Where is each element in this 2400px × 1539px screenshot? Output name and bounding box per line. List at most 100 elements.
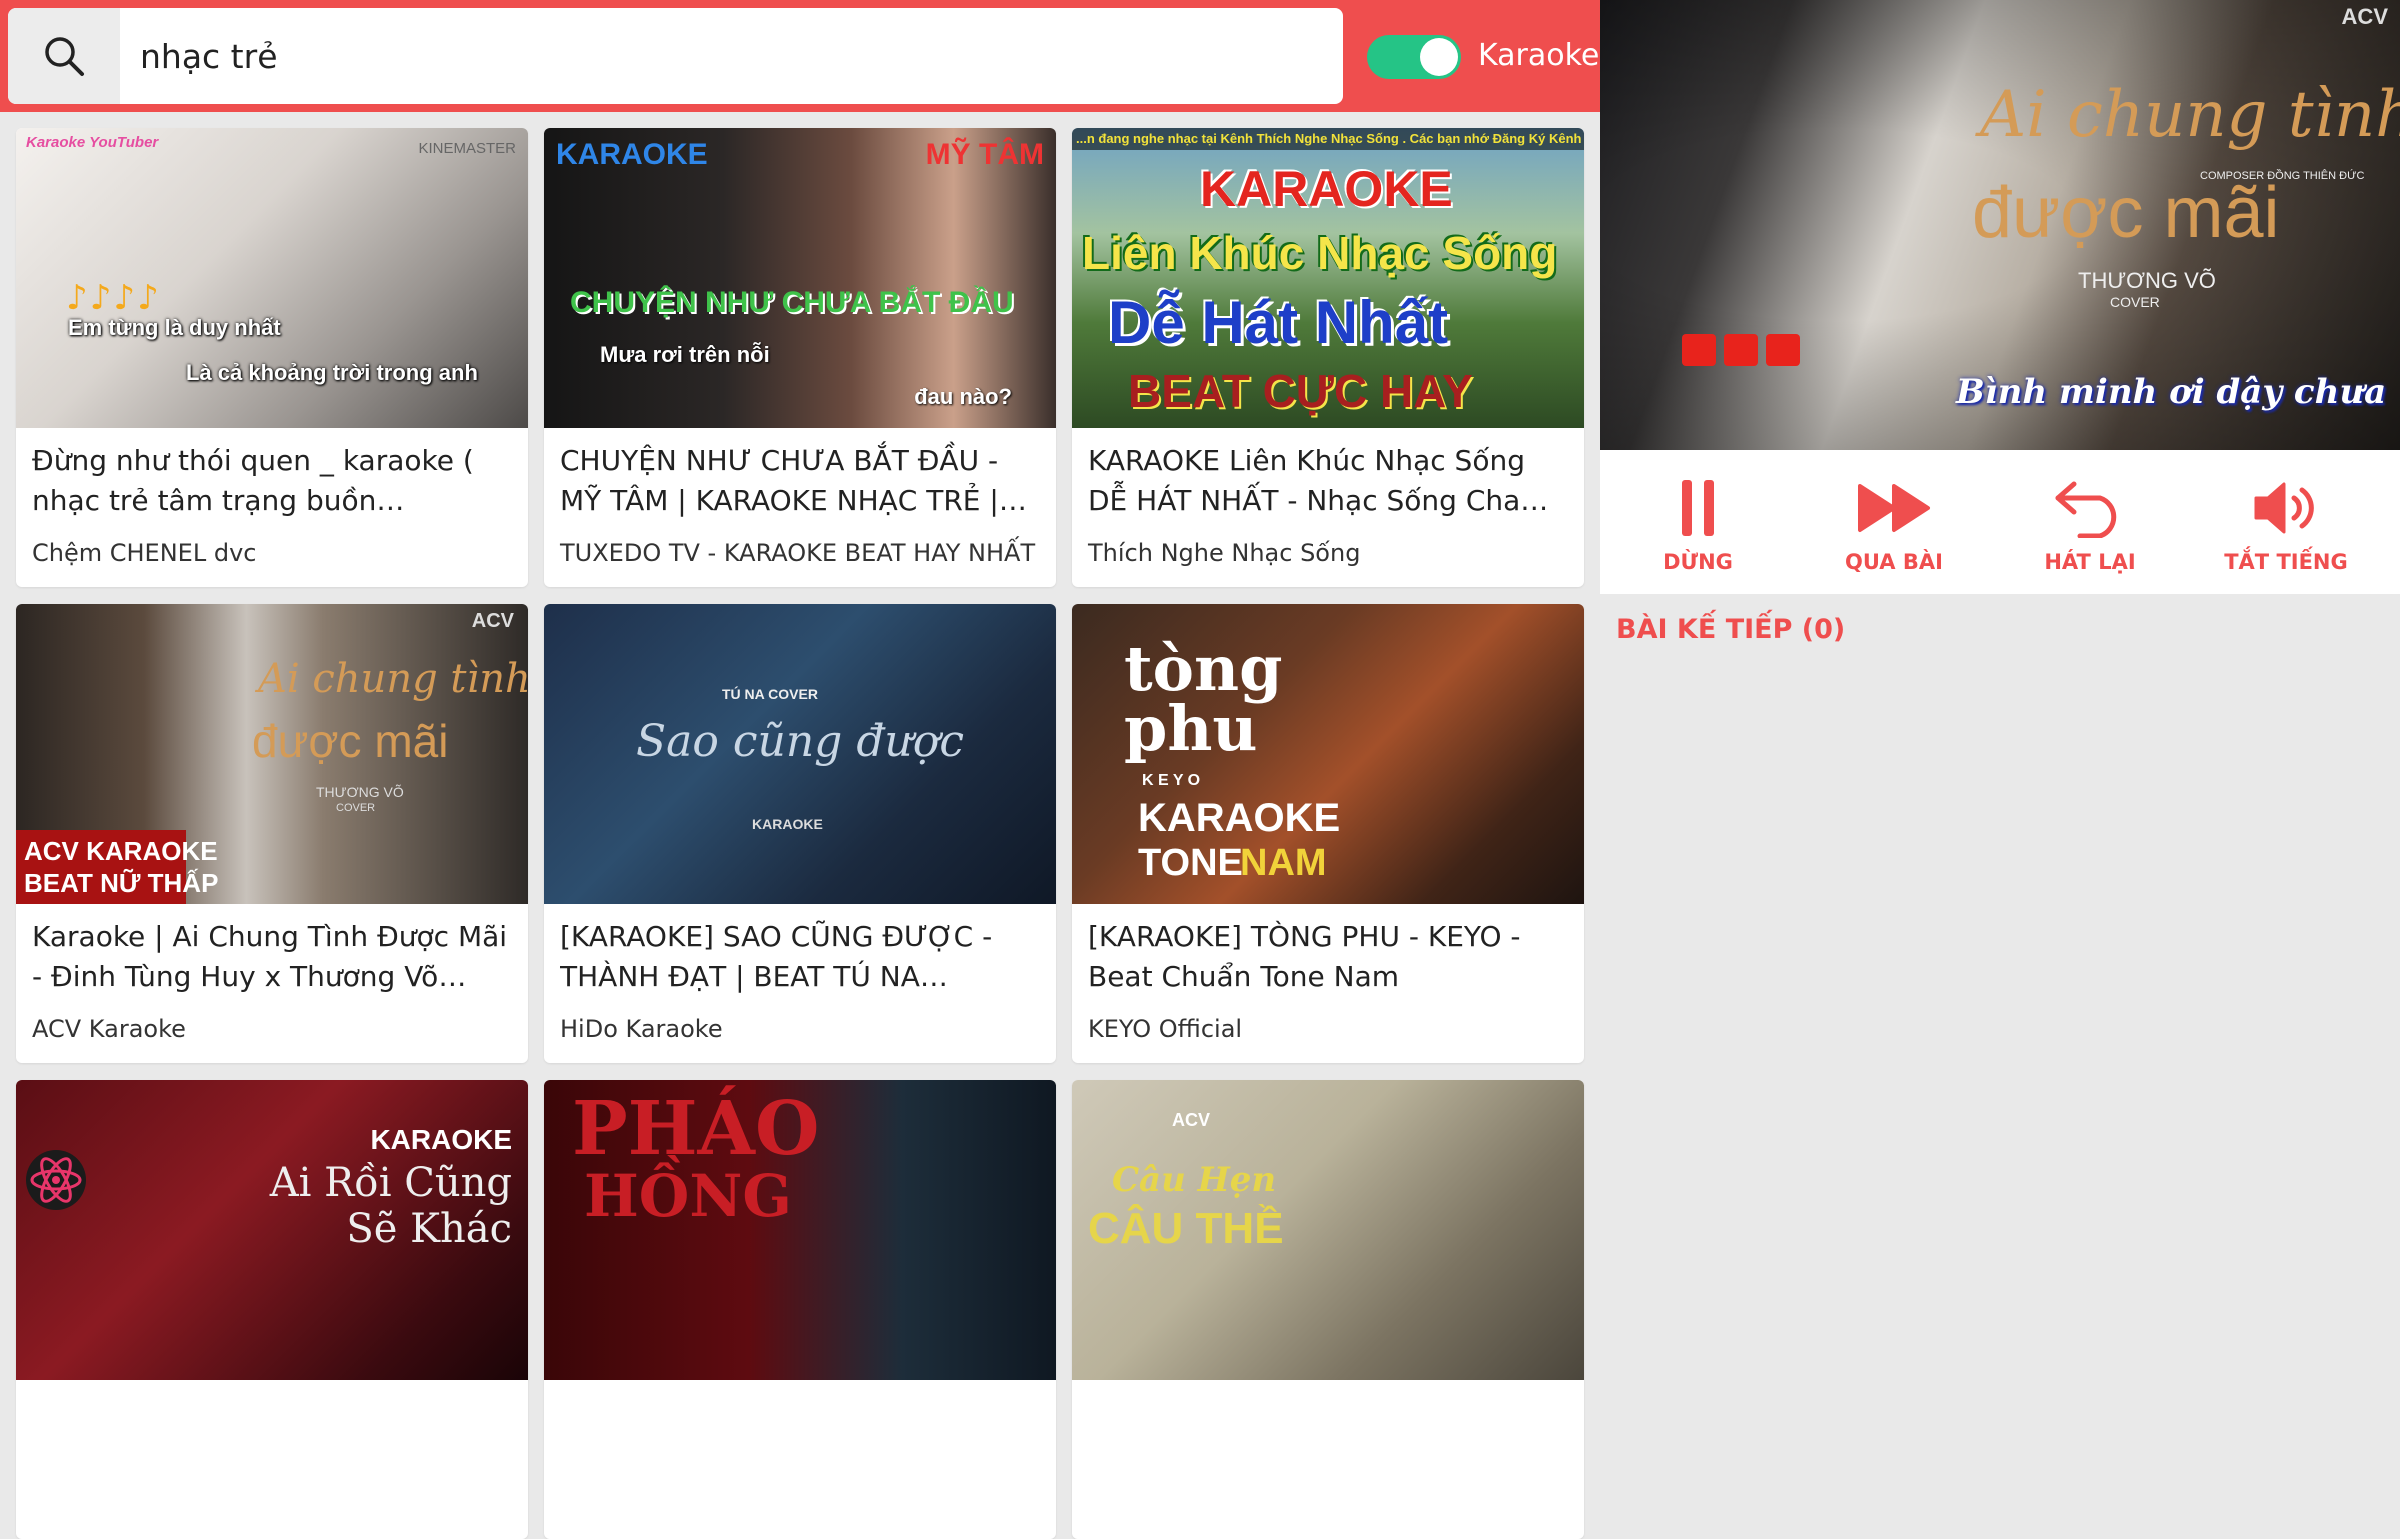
player-script: được mãi: [1972, 173, 2280, 253]
video-title: [KARAOKE] TÒNG PHU - KEYO - Beat Chuẩn T…: [1088, 920, 1521, 993]
thumb-text: PHÁO: [572, 1086, 820, 1172]
thumb-ticker: ...n đang nghe nhạc tại Kênh Thích Nghe …: [1076, 131, 1582, 146]
thumb-lyric: Mưa rơi trên nỗi: [600, 342, 770, 367]
thumb-text: THƯƠNG VÕ: [316, 784, 404, 800]
fast-forward-icon: [1858, 484, 1930, 532]
video-card[interactable]: PHÁO HỒNG: [544, 1080, 1056, 1539]
video-channel: Thích Nghe Nhạc Sống: [1088, 539, 1361, 567]
pause-label: DỪNG: [1663, 550, 1733, 574]
pause-icon: [1682, 480, 1714, 536]
thumb-text: TONE: [1138, 842, 1243, 884]
video-card[interactable]: ACV Ai chung tình được mãi THƯƠNG VÕ COV…: [16, 604, 528, 1063]
video-card[interactable]: TÚ NA COVER Sao cũng được KARAOKE [KARAO…: [544, 604, 1056, 1063]
video-card[interactable]: ACV Câu Hẹn CÂU THỀ: [1072, 1080, 1584, 1539]
video-title: KARAOKE Liên Khúc Nhạc Sống DỄ HÁT NHẤT …: [1088, 444, 1525, 517]
player-singer: THƯƠNG VÕ: [2078, 268, 2216, 293]
video-grid: Karaoke YouTuber KINEMASTER ♪♪♪♪ Em từng…: [16, 128, 1584, 1539]
player-script: Ai chung tình: [1980, 78, 2400, 152]
thumb-script: Ai chung tình: [258, 656, 528, 702]
video-card[interactable]: tòng phu K E Y O KARAOKE TONE NAM [KARAO…: [1072, 604, 1584, 1063]
thumb-text: COVER: [336, 802, 376, 814]
thumb-text: ACV: [471, 610, 514, 632]
video-card[interactable]: KARAOKE MỸ TÂM CHUYỆN NHƯ CHƯA BẮT ĐẦU M…: [544, 128, 1056, 587]
video-title: Đừng như thói quen _ karaoke ( nhạc trẻ …: [32, 444, 474, 517]
video-thumbnail: Karaoke YouTuber KINEMASTER ♪♪♪♪ Em từng…: [16, 128, 528, 428]
thumb-lyric: Em từng là duy nhất: [68, 315, 281, 340]
thumb-text: KARAOKE: [556, 138, 708, 171]
player-lyric: Bình minh ơi dậy chưa: [1956, 372, 2387, 412]
video-thumbnail: PHÁO HỒNG: [544, 1080, 1056, 1380]
thumb-script: được mãi: [252, 715, 449, 767]
ticker-bar: ...n đang nghe nhạc tại Kênh Thích Nghe …: [1072, 128, 1584, 150]
thumb-script: Câu Hẹn: [1112, 1160, 1277, 1200]
countdown-icon: [1682, 334, 1800, 366]
video-card[interactable]: ...n đang nghe nhạc tại Kênh Thích Nghe …: [1072, 128, 1584, 587]
thumb-text: phu: [1124, 692, 1258, 765]
karaoke-toggle[interactable]: [1367, 35, 1461, 79]
thumb-lyric: đau nào?: [914, 384, 1012, 409]
player-controls: DỪNG QUA BÀI HÁT LẠI TẮT TIẾNG: [1600, 450, 2400, 594]
music-notes-icon: ♪♪♪♪: [66, 278, 161, 318]
video-channel: TUXEDO TV - KARAOKE BEAT HAY NHẤT: [560, 539, 1036, 567]
thumb-text: CÂU THỀ: [1088, 1204, 1284, 1253]
replay-label: HÁT LẠI: [2044, 550, 2136, 574]
player-logo: ACV: [2341, 4, 2388, 29]
video-thumbnail: ...n đang nghe nhạc tại Kênh Thích Nghe …: [1072, 128, 1584, 428]
search-bar: [8, 8, 1343, 104]
video-thumbnail: TÚ NA COVER Sao cũng được KARAOKE: [544, 604, 1056, 904]
thumb-text: KARAOKE: [752, 816, 823, 832]
video-title: [KARAOKE] SAO CŨNG ĐƯỢC - THÀNH ĐẠT | BE…: [560, 920, 993, 993]
video-thumbnail: tòng phu K E Y O KARAOKE TONE NAM: [1072, 604, 1584, 904]
video-thumbnail: ACV Câu Hẹn CÂU THỀ: [1072, 1080, 1584, 1380]
video-channel: ACV Karaoke: [32, 1015, 186, 1043]
thumb-badge: ACV KARAOKE BEAT NỮ THẤP: [16, 830, 218, 904]
volume-icon: [2254, 482, 2314, 534]
toggle-knob: [1420, 38, 1458, 76]
badge-text: ACV KARAOKE: [24, 836, 218, 866]
thumb-text: MỸ TÂM: [925, 138, 1044, 171]
video-thumbnail: ACV Ai chung tình được mãi THƯƠNG VÕ COV…: [16, 604, 528, 904]
video-title: Karaoke | Ai Chung Tình Được Mãi - Đinh …: [32, 920, 508, 993]
thumb-text: HỒNG: [584, 1162, 792, 1230]
badge-text: BEAT NỮ THẤP: [24, 868, 219, 898]
video-channel: KEYO Official: [1088, 1015, 1243, 1043]
thumb-text: Dễ Hát Nhất: [1108, 289, 1449, 356]
thumb-text: K E Y O: [1142, 772, 1201, 789]
video-player[interactable]: ACV Ai chung tình được mãi COMPOSER ĐỒNG…: [1600, 0, 2400, 450]
thumb-text: Liên Khúc Nhạc Sống: [1082, 227, 1558, 279]
react-logo-icon: [26, 1150, 86, 1210]
replay-button[interactable]: HÁT LẠI: [1992, 450, 2188, 594]
video-title: CHUYỆN NHƯ CHƯA BẮT ĐẦU - MỸ TÂM | KARAO…: [560, 444, 999, 517]
thumb-text: KARAOKE: [370, 1124, 512, 1155]
skip-button[interactable]: QUA BÀI: [1796, 450, 1992, 594]
video-card[interactable]: Karaoke YouTuber KINEMASTER ♪♪♪♪ Em từng…: [16, 128, 528, 587]
thumb-text: Sẽ Khác: [346, 1206, 512, 1252]
thumb-text: NAM: [1240, 842, 1327, 884]
thumb-text: BEAT CỰC HAY: [1128, 365, 1473, 417]
video-thumbnail: KARAOKE Ai Rồi Cũng Sẽ Khác: [16, 1080, 528, 1380]
player-composer: COMPOSER ĐỒNG THIÊN ĐỨC: [2200, 170, 2365, 182]
karaoke-toggle-label: Karaoke: [1478, 38, 1600, 73]
thumb-text: ACV: [1172, 1110, 1211, 1130]
mute-label: TẮT TIẾNG: [2224, 550, 2348, 574]
search-header: Karaoke: [0, 0, 1600, 112]
replay-icon: [2055, 481, 2117, 538]
search-button[interactable]: [8, 8, 120, 104]
thumb-text: KARAOKE: [1200, 161, 1453, 217]
search-icon: [45, 37, 84, 76]
mute-button[interactable]: TẮT TIẾNG: [2188, 450, 2384, 594]
thumb-text: KARAOKE: [1138, 796, 1341, 840]
queue-title: BÀI KẾ TIẾP (0): [1616, 614, 1846, 645]
thumb-text: KINEMASTER: [418, 140, 516, 157]
video-channel: Chệm CHENEL dvc: [32, 539, 257, 567]
search-input[interactable]: [130, 8, 1343, 104]
player-sub: COVER: [2110, 294, 2160, 310]
thumb-text: Ai Rồi Cũng: [269, 1160, 512, 1206]
video-channel: HiDo Karaoke: [560, 1015, 723, 1043]
video-thumbnail: KARAOKE MỸ TÂM CHUYỆN NHƯ CHƯA BẮT ĐẦU M…: [544, 128, 1056, 428]
thumb-script: Sao cũng được: [636, 716, 964, 767]
video-card[interactable]: KARAOKE Ai Rồi Cũng Sẽ Khác: [16, 1080, 528, 1539]
thumb-text: Karaoke YouTuber: [26, 134, 159, 151]
skip-label: QUA BÀI: [1845, 550, 1943, 574]
pause-button[interactable]: DỪNG: [1600, 450, 1796, 594]
